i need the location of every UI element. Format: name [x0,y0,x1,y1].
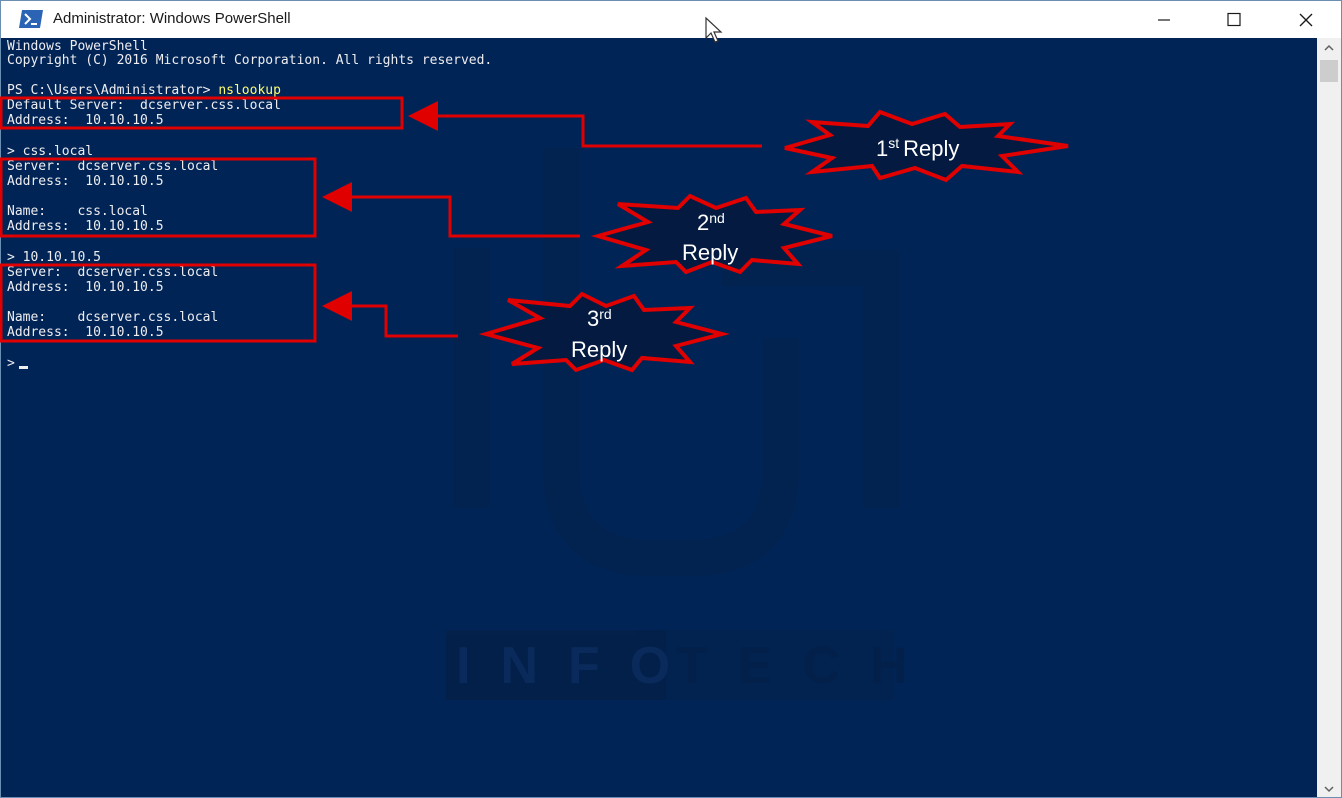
console-line-q2-name: Name: dcserver.css.local [7,310,219,325]
command-text: nslookup [218,83,281,98]
chevron-up-icon [1324,44,1334,51]
title-bar[interactable]: Administrator: Windows PowerShell [1,1,1341,38]
console-line-q2-address: Address: 10.10.10.5 [7,280,164,295]
maximize-button[interactable] [1211,1,1257,38]
console-line-final-prompt: > [7,357,28,371]
maximize-icon [1227,12,1241,27]
powershell-window: Administrator: Windows PowerShell INFO T… [0,0,1342,798]
powershell-icon [19,10,43,28]
minimize-button[interactable] [1141,1,1187,38]
scrollbar-thumb[interactable] [1320,60,1338,82]
console-line-q1-name: Name: css.local [7,204,148,219]
console-line-q2-server: Server: dcserver.css.local [7,265,219,280]
prompt-text: PS C:\Users\Administrator> [7,83,219,98]
console-line-default-address: Address: 10.10.10.5 [7,113,164,128]
console-line-query-2: > 10.10.10.5 [7,250,101,265]
console-line-q2-name-address: Address: 10.10.10.5 [7,325,164,340]
scroll-up-button[interactable] [1317,38,1341,58]
console-line-q1-address: Address: 10.10.10.5 [7,174,164,189]
scroll-down-button[interactable] [1317,779,1341,797]
console-line-header-2: Copyright (C) 2016 Microsoft Corporation… [7,53,493,68]
console-line-q1-server: Server: dcserver.css.local [7,159,219,174]
watermark-text-1: INFO [456,637,700,695]
chevron-down-icon [1324,786,1334,793]
close-button[interactable] [1283,1,1329,38]
console-line-query-1: > css.local [7,144,94,159]
console-output[interactable]: INFO TECH Windows PowerShell Copyright (… [1,38,1317,797]
console-line-q1-name-address: Address: 10.10.10.5 [7,219,164,234]
final-prompt-text: > [7,356,15,371]
minimize-icon [1158,19,1170,21]
vertical-scrollbar[interactable] [1317,38,1341,797]
close-icon [1299,13,1313,27]
console-line-default-server: Default Server: dcserver.css.local [7,98,281,113]
text-cursor [18,366,28,369]
window-title: Administrator: Windows PowerShell [53,10,291,27]
console-line-header-1: Windows PowerShell [7,39,148,54]
watermark-logo: INFO TECH [446,148,938,700]
watermark-text-2: TECH [676,637,938,695]
console-line-prompt: PS C:\Users\Administrator> nslookup [7,84,281,98]
